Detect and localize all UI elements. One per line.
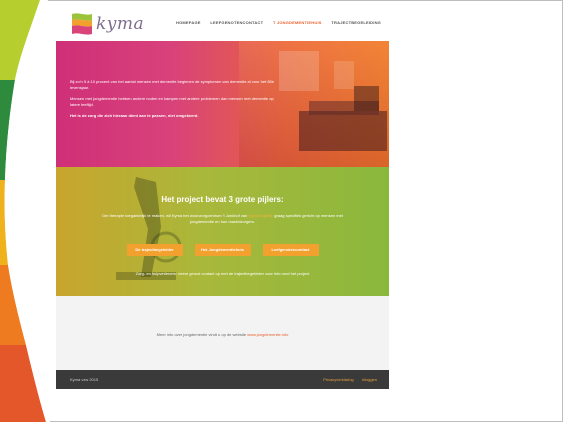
pillars-title: Het project bevat 3 grote pijlers:: [161, 195, 284, 204]
nav-jongdementiehuis[interactable]: T JONGDEMENTIEHUIS: [273, 20, 322, 25]
gym-background-photo: [116, 177, 182, 280]
trajectbegeleider-button[interactable]: De trajectbegeleider: [126, 244, 183, 256]
kyma-logo-icon[interactable]: [70, 12, 94, 36]
hero-paragraph: Mensen met jongdementie hebben andere no…: [70, 96, 274, 107]
pillars-section: Het project bevat 3 grote pijlers: Om th…: [56, 167, 389, 296]
website-screenshot: kyma HOMEPAGE LEEFGENOTENCONTACT T JONGD…: [56, 6, 389, 389]
nav-trajectbegeleiding[interactable]: TRAJECTBEGELEIDING: [331, 20, 381, 25]
info-section: Meer info over jongdementie vindt u op d…: [56, 296, 389, 370]
logo-text[interactable]: kyma: [96, 14, 144, 34]
site-footer: Kyma vzw 2015 Privacyverklaring Inloggen: [56, 370, 389, 389]
hero-section: Bij zo'n 5 à 10 procent van het aantal m…: [56, 41, 389, 167]
jongdementiehuis-button[interactable]: Het Jongdementiehuis: [194, 244, 251, 256]
info-label: Meer info over jongdementie vindt u op d…: [156, 332, 247, 337]
jongdementie-link[interactable]: www.jongdementie.info: [247, 332, 288, 337]
footer-copyright: Kyma vzw 2015: [70, 377, 99, 382]
nav-leefgenotencontact[interactable]: LEEFGENOTENCONTACT: [210, 20, 263, 25]
kyma-kapelle-link[interactable]: Kyma Kapelle: [248, 213, 273, 218]
nav-homepage[interactable]: HOMEPAGE: [176, 20, 201, 25]
pillar-buttons: De trajectbegeleider Het Jongdementiehui…: [56, 244, 389, 256]
site-header: kyma HOMEPAGE LEEFGENOTENCONTACT T JONGD…: [56, 6, 389, 41]
login-link[interactable]: Inloggen: [362, 377, 377, 382]
hero-paragraph: Bij zo'n 5 à 10 procent van het aantal m…: [70, 79, 275, 90]
info-text: Meer info over jongdementie vindt u op d…: [56, 332, 389, 337]
privacy-link[interactable]: Privacyverklaring: [323, 377, 353, 382]
pillars-intro: Om therapie toegankelijk te maken, wil K…: [96, 213, 349, 225]
hero-emphasis: Het is de zorg die zich hieraan dient aa…: [70, 113, 199, 118]
pillars-intro-text: Om therapie toegankelijk te maken, wil K…: [102, 213, 248, 218]
main-nav: HOMEPAGE LEEFGENOTENCONTACT T JONGDEMENT…: [176, 20, 381, 25]
leefgenotencontact-button[interactable]: Leefgenotencontact: [262, 244, 319, 256]
hero-text: Bij zo'n 5 à 10 procent van het aantal m…: [70, 79, 280, 124]
pillars-note: Zorg- en hulpverleners: neem gerust cont…: [135, 271, 310, 276]
footer-links: Privacyverklaring Inloggen: [323, 377, 377, 382]
decorative-ribbon: [0, 0, 50, 422]
